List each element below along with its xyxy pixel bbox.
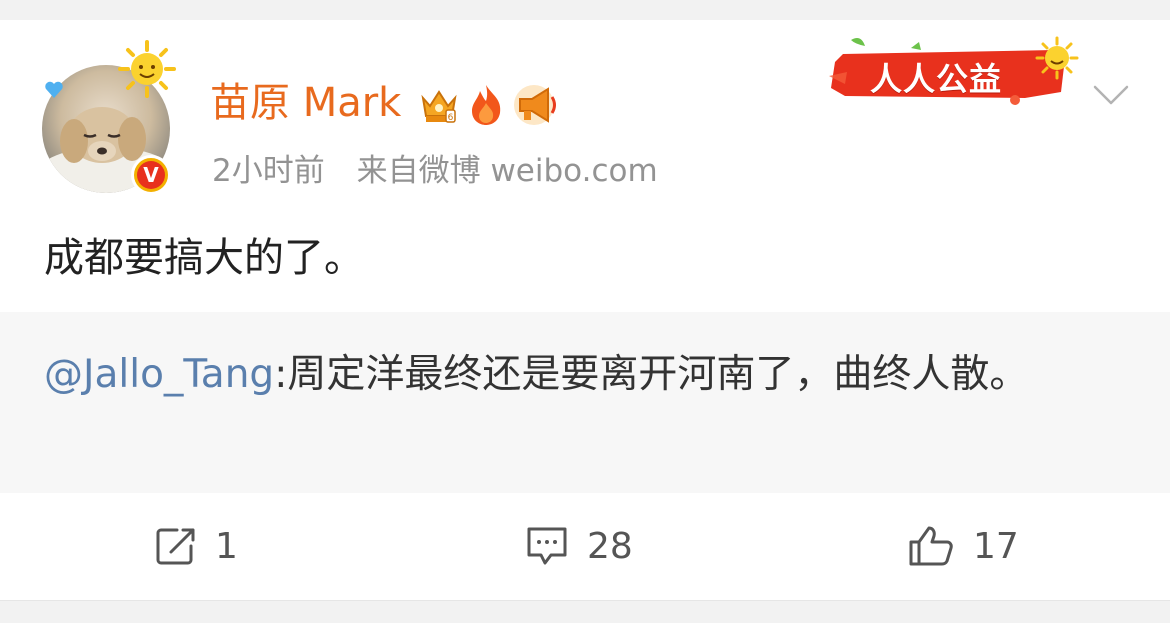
repost-body: :周定洋最终还是要离开河南了，曲终人散。 [274, 352, 1029, 397]
like-button[interactable]: 17 [907, 521, 1019, 571]
repost-button[interactable]: 1 [155, 521, 238, 571]
post-time: 2小时前 [212, 153, 325, 189]
comment-count: 28 [587, 525, 633, 567]
post-meta: 2小时前 来自微博 weibo.com [212, 150, 658, 192]
repost-count: 1 [215, 525, 238, 567]
share-icon [156, 528, 195, 565]
verified-v-icon: V [137, 161, 165, 189]
username[interactable]: 苗原 Mark [210, 78, 401, 128]
chevron-down-icon[interactable] [1093, 84, 1129, 106]
fire-badge-icon[interactable] [466, 83, 506, 127]
sun-decoration-icon [118, 40, 176, 98]
comment-icon [527, 527, 567, 565]
heart-balloon-icon [45, 81, 63, 98]
user-badges: 6 [418, 82, 560, 128]
repost-mention[interactable]: @Jallo_Tang [44, 352, 274, 397]
svg-text:6: 6 [448, 113, 454, 123]
charity-label: 人人公益 [870, 60, 1003, 98]
like-count: 17 [973, 525, 1019, 567]
action-bar: 1 28 17 [0, 493, 1170, 600]
post-content: 成都要搞大的了。 [44, 235, 364, 281]
repost-block[interactable]: @Jallo_Tang:周定洋最终还是要离开河南了，曲终人散。 [0, 312, 1170, 493]
comment-button[interactable]: 28 [525, 521, 633, 571]
verified-badge: V [131, 155, 171, 195]
post-source[interactable]: 来自微博 weibo.com [357, 153, 658, 189]
leaf-icon [851, 38, 865, 46]
repost-text: @Jallo_Tang:周定洋最终还是要离开河南了，曲终人散。 [44, 344, 1119, 406]
bottom-separator [0, 600, 1170, 623]
top-separator [0, 0, 1170, 20]
crown-badge-icon[interactable]: 6 [418, 84, 460, 126]
thumbs-up-icon [909, 526, 953, 566]
megaphone-badge-icon[interactable] [512, 83, 560, 127]
